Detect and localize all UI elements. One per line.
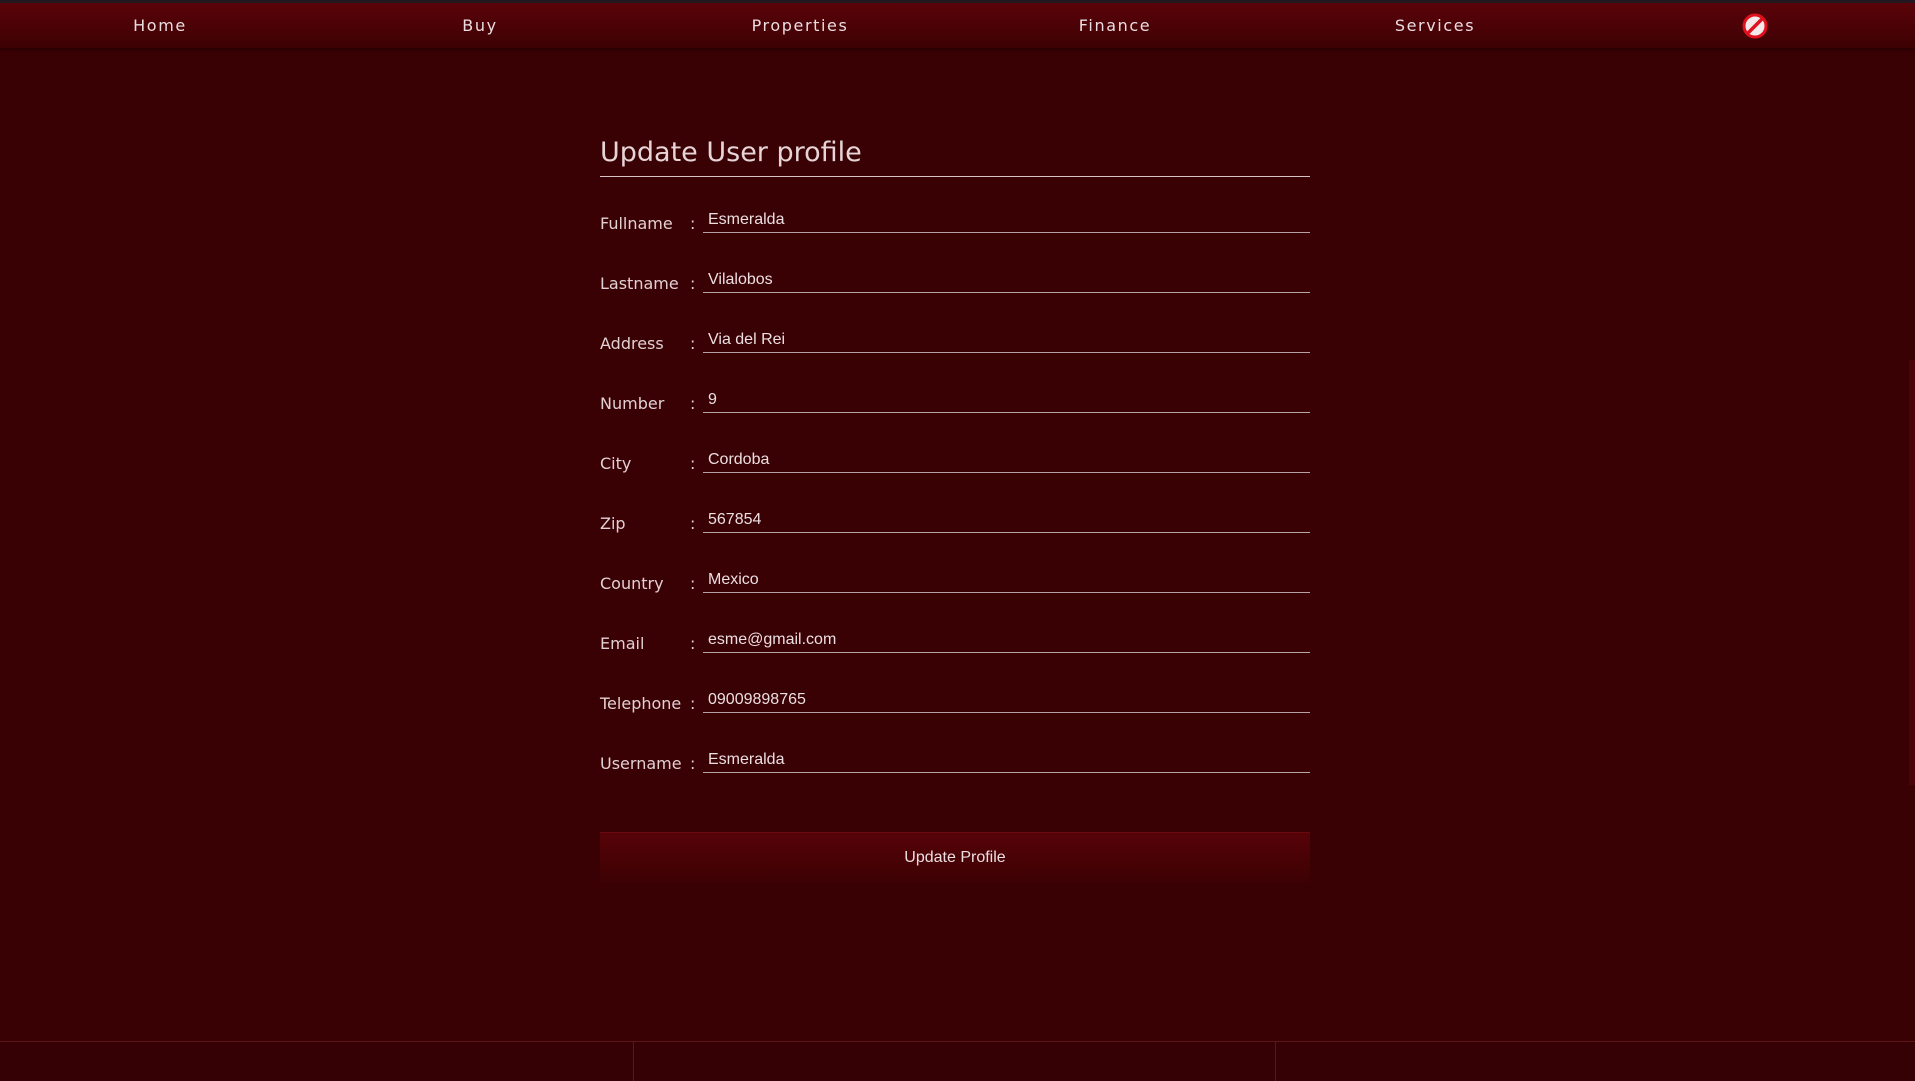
- city-input[interactable]: [703, 447, 1310, 473]
- city-label: City: [600, 454, 632, 473]
- field-row-username: Username :: [600, 725, 1310, 785]
- email-label: Email: [600, 634, 645, 653]
- label-separator: :: [690, 514, 696, 533]
- page-scrollbar[interactable]: [1909, 360, 1915, 785]
- nav-item-home[interactable]: Home: [0, 3, 320, 48]
- number-input[interactable]: [703, 387, 1310, 413]
- top-navigation-bar: Home Buy Properties Finance Services: [0, 0, 1915, 48]
- field-row-email: Email :: [600, 605, 1310, 665]
- telephone-input[interactable]: [703, 687, 1310, 713]
- field-row-telephone: Telephone :: [600, 665, 1310, 725]
- label-separator: :: [690, 574, 696, 593]
- nav-item-services[interactable]: Services: [1275, 3, 1595, 48]
- form-fields: Fullname : Lastname : Address : Number :…: [600, 177, 1310, 785]
- country-label: Country: [600, 574, 664, 593]
- address-label: Address: [600, 334, 664, 353]
- fullname-input[interactable]: [703, 207, 1310, 233]
- footer-divider: [633, 1042, 634, 1081]
- lastname-label: Lastname: [600, 274, 679, 293]
- email-input[interactable]: [703, 627, 1310, 653]
- country-input[interactable]: [703, 567, 1310, 593]
- footer-divider: [1275, 1042, 1276, 1081]
- zip-input[interactable]: [703, 507, 1310, 533]
- zip-label: Zip: [600, 514, 626, 533]
- field-row-city: City :: [600, 425, 1310, 485]
- number-label: Number: [600, 394, 665, 413]
- footer-bar: [0, 1041, 1915, 1081]
- lastname-input[interactable]: [703, 267, 1310, 293]
- username-input[interactable]: [703, 747, 1310, 773]
- label-separator: :: [690, 334, 696, 353]
- label-separator: :: [690, 274, 696, 293]
- telephone-label: Telephone: [600, 694, 682, 713]
- label-separator: :: [690, 214, 696, 233]
- nav-item-buy[interactable]: Buy: [320, 3, 640, 48]
- no-entry-icon[interactable]: [1742, 13, 1768, 39]
- field-row-address: Address :: [600, 305, 1310, 365]
- label-separator: :: [690, 754, 696, 773]
- nav-item-properties[interactable]: Properties: [640, 3, 960, 48]
- label-separator: :: [690, 394, 696, 413]
- field-row-country: Country :: [600, 545, 1310, 605]
- fullname-label: Fullname: [600, 214, 673, 233]
- label-separator: :: [690, 694, 696, 713]
- field-row-lastname: Lastname :: [600, 245, 1310, 305]
- update-profile-form: Update User profile Fullname : Lastname …: [600, 137, 1310, 882]
- field-row-fullname: Fullname :: [600, 185, 1310, 245]
- label-separator: :: [690, 454, 696, 473]
- username-label: Username: [600, 754, 682, 773]
- label-separator: :: [690, 634, 696, 653]
- field-row-zip: Zip :: [600, 485, 1310, 545]
- field-row-number: Number :: [600, 365, 1310, 425]
- form-title: Update User profile: [600, 137, 1310, 177]
- address-input[interactable]: [703, 327, 1310, 353]
- nav-item-finance[interactable]: Finance: [955, 3, 1275, 48]
- update-profile-button[interactable]: Update Profile: [600, 832, 1310, 882]
